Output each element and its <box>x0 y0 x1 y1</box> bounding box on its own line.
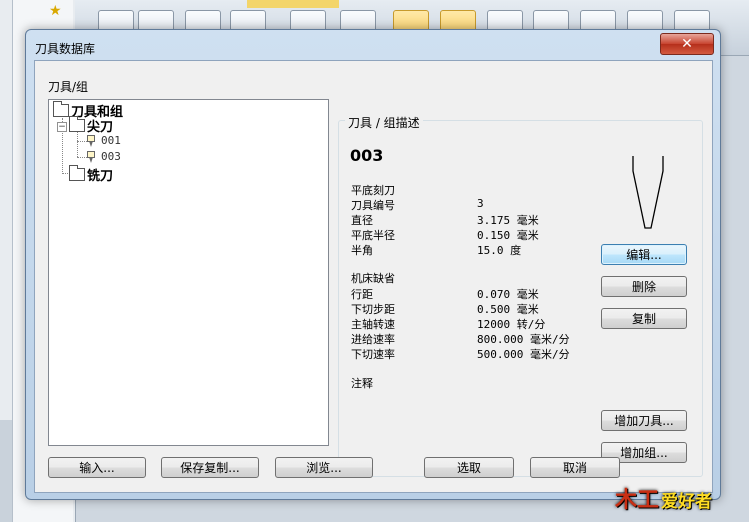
tree-group-label: 尖刀 <box>87 120 114 135</box>
title-bar[interactable]: 刀具数据库 ✕ <box>26 30 720 60</box>
tree-tool-label: 001 <box>101 134 121 147</box>
tree-group-item[interactable]: 铣刀 <box>69 165 113 184</box>
tool-icon <box>87 150 95 163</box>
property-value: 12000 转/分 <box>477 318 546 331</box>
property-label: 主轴转速 <box>351 318 395 331</box>
property-label: 行距 <box>351 288 373 301</box>
property-value: 0.500 毫米 <box>477 303 539 316</box>
close-icon: ✕ <box>681 36 693 52</box>
add-tool-button[interactable]: 增加刀具... <box>601 410 687 431</box>
tree-connector <box>77 141 87 142</box>
folder-icon <box>69 116 85 132</box>
background-active-tab <box>247 0 339 8</box>
background-left-strip <box>0 420 12 522</box>
watermark-text: 爱好者 <box>661 492 713 512</box>
folder-icon <box>53 101 69 117</box>
notes-label: 注释 <box>351 377 373 390</box>
property-value: 0.070 毫米 <box>477 288 539 301</box>
property-value: 3 <box>477 197 484 210</box>
property-label: 直径 <box>351 214 373 227</box>
edit-button[interactable]: 编辑... <box>601 244 687 265</box>
property-value: 3.175 毫米 <box>477 214 539 227</box>
property-value: 800.000 毫米/分 <box>477 333 570 346</box>
import-button[interactable]: 输入... <box>48 457 146 478</box>
cancel-button[interactable]: 取消 <box>530 457 620 478</box>
star-icon: ★ <box>49 3 62 19</box>
browse-button[interactable]: 浏览... <box>275 457 373 478</box>
property-value: 500.000 毫米/分 <box>477 348 570 361</box>
property-label: 下切步距 <box>351 303 395 316</box>
property-value: 15.0 度 <box>477 244 522 257</box>
tree-group-item[interactable]: 尖刀 <box>69 116 113 135</box>
watermark-logo: 木工 <box>615 488 660 513</box>
tree-connector <box>77 132 78 157</box>
property-label: 刀具编号 <box>351 199 395 212</box>
tree-connector <box>77 157 87 158</box>
site-watermark: 木工 爱好者 <box>615 482 712 514</box>
property-label: 进给速率 <box>351 333 395 346</box>
tool-type: 平底刻刀 <box>351 184 395 197</box>
tool-tree[interactable]: 刀具和组 − 尖刀 001 003 铣刀 <box>48 99 329 446</box>
tree-tool-label: 003 <box>101 150 121 163</box>
description-caption: 刀具 / 组描述 <box>345 114 423 131</box>
close-button[interactable]: ✕ <box>660 33 714 55</box>
tree-tool-item[interactable]: 001 <box>87 134 121 147</box>
tool-database-dialog: 刀具数据库 ✕ 刀具/组 刀具和组 − 尖刀 001 003 铣刀 刀具 / 组… <box>25 29 721 500</box>
property-label: 半角 <box>351 244 373 257</box>
collapse-toggle[interactable]: − <box>57 122 67 132</box>
property-value: 0.150 毫米 <box>477 229 539 242</box>
delete-button[interactable]: 删除 <box>601 276 687 297</box>
select-button[interactable]: 选取 <box>424 457 514 478</box>
tree-tool-item-selected[interactable]: 003 <box>87 150 121 163</box>
folder-icon <box>69 165 85 181</box>
save-copy-button[interactable]: 保存复制... <box>161 457 259 478</box>
selected-tool-name: 003 <box>350 146 384 165</box>
dialog-client-area: 刀具/组 刀具和组 − 尖刀 001 003 铣刀 刀具 / 组描述 003 平… <box>34 60 713 493</box>
dialog-title: 刀具数据库 <box>35 42 96 56</box>
tool-profile-icon <box>632 156 664 229</box>
copy-button[interactable]: 复制 <box>601 308 687 329</box>
machine-default-heading: 机床缺省 <box>351 272 395 285</box>
property-label: 平底半径 <box>351 229 395 242</box>
tree-panel-label: 刀具/组 <box>48 80 89 94</box>
property-label: 下切速率 <box>351 348 395 361</box>
tree-group-label: 铣刀 <box>87 169 114 184</box>
tool-icon <box>87 134 95 147</box>
